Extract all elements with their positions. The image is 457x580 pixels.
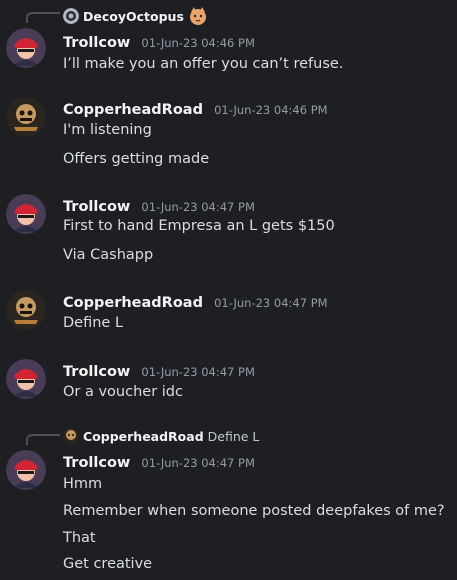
timestamp: 01-Jun-23 04:47 PM bbox=[141, 456, 255, 470]
reply-snippet: Define L bbox=[207, 428, 260, 444]
reply-author[interactable]: DecoyOctopus bbox=[83, 9, 184, 24]
avatar[interactable] bbox=[6, 359, 46, 399]
message-header: CopperheadRoad 01-Jun-23 04:46 PM bbox=[63, 99, 328, 118]
avatar bbox=[63, 8, 79, 24]
username[interactable]: Trollcow bbox=[63, 199, 130, 215]
avatar[interactable] bbox=[6, 194, 46, 234]
avatar[interactable] bbox=[6, 97, 46, 137]
message-text: I'm listening bbox=[63, 122, 152, 138]
cat-emoji-icon bbox=[188, 6, 208, 26]
username[interactable]: CopperheadRoad bbox=[63, 295, 203, 311]
message-text: Via Cashapp bbox=[63, 247, 154, 263]
username[interactable]: CopperheadRoad bbox=[63, 102, 203, 118]
message-text: Or a voucher idc bbox=[63, 384, 183, 400]
message-text: Offers getting made bbox=[63, 151, 210, 167]
timestamp: 01-Jun-23 04:46 PM bbox=[214, 103, 328, 117]
message-header: Trollcow 01-Jun-23 04:46 PM bbox=[63, 32, 255, 51]
message-text: I’ll make you an offer you can’t refuse. bbox=[63, 56, 344, 72]
reply-connector bbox=[26, 434, 60, 445]
username[interactable]: Trollcow bbox=[63, 455, 130, 471]
avatar bbox=[63, 428, 79, 444]
reply-preview[interactable]: DecoyOctopus bbox=[63, 6, 208, 26]
message-text: Remember when someone posted deepfakes o… bbox=[63, 503, 445, 519]
username[interactable]: Trollcow bbox=[63, 35, 130, 51]
message-text: Get creative bbox=[63, 556, 153, 572]
avatar[interactable] bbox=[6, 450, 46, 490]
message-header: Trollcow 01-Jun-23 04:47 PM bbox=[63, 196, 255, 215]
timestamp: 01-Jun-23 04:47 PM bbox=[141, 200, 255, 214]
message-header: Trollcow 01-Jun-23 04:47 PM bbox=[63, 452, 255, 471]
reply-author[interactable]: CopperheadRoad bbox=[83, 429, 204, 444]
avatar[interactable] bbox=[6, 290, 46, 330]
avatar[interactable] bbox=[6, 28, 46, 68]
username[interactable]: Trollcow bbox=[63, 364, 130, 380]
timestamp: 01-Jun-23 04:47 PM bbox=[214, 296, 328, 310]
message-header: CopperheadRoad 01-Jun-23 04:47 PM bbox=[63, 292, 328, 311]
timestamp: 01-Jun-23 04:46 PM bbox=[141, 36, 255, 50]
message-text: That bbox=[63, 530, 96, 546]
message-text: Define L bbox=[63, 315, 124, 331]
message-text: First to hand Empresa an L gets $150 bbox=[63, 218, 335, 234]
reply-connector bbox=[26, 12, 60, 23]
message-text: Hmm bbox=[63, 476, 103, 492]
timestamp: 01-Jun-23 04:47 PM bbox=[141, 365, 255, 379]
message-header: Trollcow 01-Jun-23 04:47 PM bbox=[63, 361, 255, 380]
reply-preview[interactable]: CopperheadRoad Define L bbox=[63, 428, 259, 444]
